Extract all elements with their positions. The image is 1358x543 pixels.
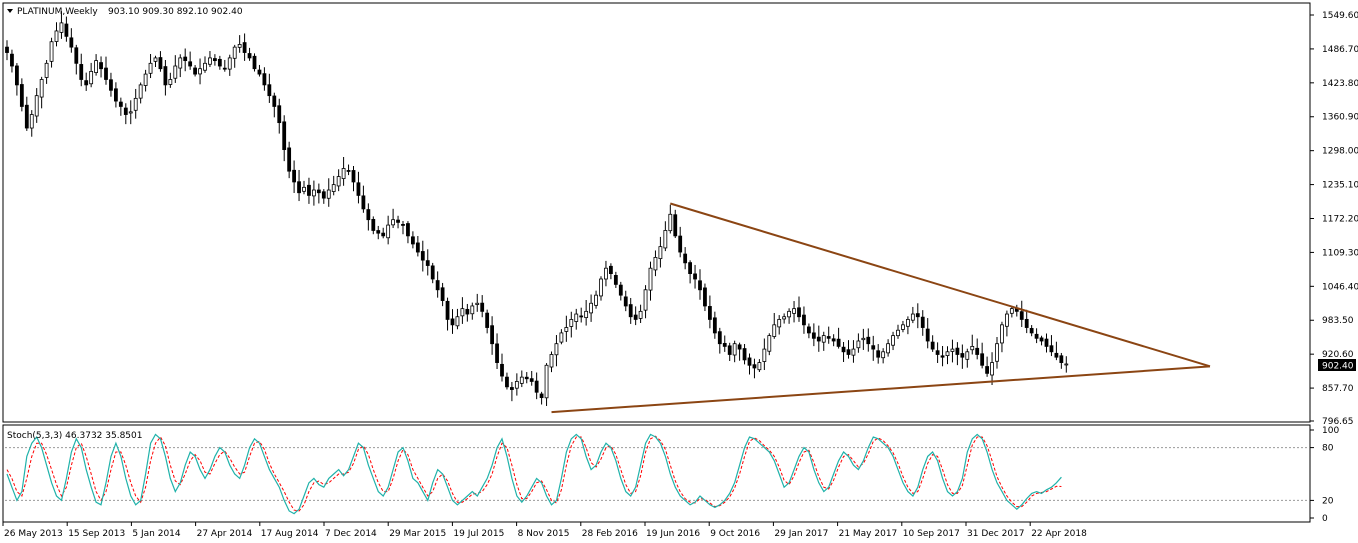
price-tick-label: 1172.20 — [1322, 214, 1358, 224]
price-tick-label: 1486.70 — [1322, 45, 1358, 55]
stoch-tick-label: 80 — [1322, 444, 1334, 454]
time-tick-label: 29 Jan 2017 — [774, 529, 828, 539]
time-tick-label: 19 Jun 2016 — [646, 529, 700, 539]
ohlc-readout: 903.10 909.30 892.10 902.40 — [108, 7, 243, 17]
price-tick-label: 1235.10 — [1322, 181, 1358, 191]
time-tick-label: 27 Apr 2014 — [197, 529, 253, 539]
current-price-label: 902.40 — [1322, 362, 1354, 372]
time-tick-label: 31 Dec 2017 — [967, 529, 1025, 539]
stoch-tick-label: 0 — [1322, 514, 1328, 524]
time-tick-label: 26 May 2013 — [4, 529, 63, 539]
candle — [252, 53, 257, 72]
stoch-tick-label: 20 — [1322, 496, 1334, 506]
price-tick-label: 1298.00 — [1322, 147, 1358, 157]
time-tick-label: 9 Oct 2016 — [710, 529, 760, 539]
price-tick-label: 1423.80 — [1322, 79, 1358, 89]
symbol-title: PLATINUM,Weekly — [17, 7, 98, 17]
price-chart[interactable]: 1549.60 1486.70 1423.80 1360.90 1298.00 1235.… — [0, 0, 1358, 543]
time-tick-label: 29 Mar 2015 — [389, 529, 446, 539]
time-tick-label: 7 Dec 2014 — [325, 529, 377, 539]
chart-background — [0, 0, 1358, 543]
price-tick-label: 920.60 — [1322, 350, 1354, 360]
stoch-tick-label: 100 — [1322, 426, 1339, 436]
time-tick-label: 10 Sep 2017 — [903, 529, 960, 539]
price-tick-label: 983.50 — [1322, 316, 1354, 326]
price-tick-label: 1046.40 — [1322, 282, 1358, 292]
price-tick-label: 857.70 — [1322, 384, 1354, 394]
price-tick-label: 1109.30 — [1322, 248, 1358, 258]
price-tick-label: 1549.60 — [1322, 11, 1358, 21]
time-tick-label: 21 May 2017 — [839, 529, 898, 539]
stoch-title: Stoch(5,3,3) 46.3732 35.8501 — [7, 431, 142, 441]
time-tick-label: 17 Aug 2014 — [261, 529, 319, 539]
time-tick-label: 22 Apr 2018 — [1031, 529, 1087, 539]
price-tick-label: 1360.90 — [1322, 113, 1358, 123]
time-tick-label: 5 Jan 2014 — [132, 529, 180, 539]
time-tick-label: 28 Feb 2016 — [582, 529, 638, 539]
time-tick-label: 8 Nov 2015 — [518, 529, 570, 539]
time-tick-label: 19 Jul 2015 — [453, 529, 504, 539]
time-tick-label: 15 Sep 2013 — [68, 529, 125, 539]
